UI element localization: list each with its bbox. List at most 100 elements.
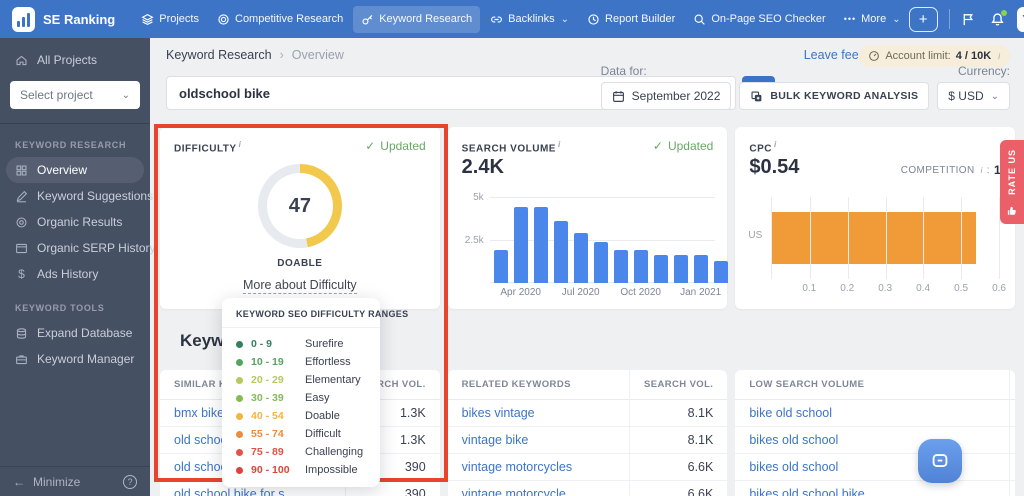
range-values: 55 - 74 — [251, 428, 284, 440]
calendar-icon — [612, 90, 624, 102]
dollar-icon: $ — [18, 267, 25, 281]
column-header: LOW SEARCH VOLUME — [749, 379, 865, 390]
sidebar: All Projects Select project ⌄ KEYWORD RE… — [0, 38, 155, 496]
nav-report-builder[interactable]: Report Builder — [579, 6, 683, 33]
link-icon — [491, 15, 503, 23]
nav-onpage-seo-checker[interactable]: On-Page SEO Checker — [685, 6, 833, 33]
keyword-link[interactable]: bikes old school — [749, 460, 838, 474]
select-project-dropdown[interactable]: Select project ⌄ — [10, 81, 140, 109]
search-input[interactable] — [167, 85, 633, 101]
search-volume-value: 1.3K — [399, 406, 426, 420]
chevron-down-icon: ⌄ — [121, 89, 130, 101]
help-button[interactable]: ? — [123, 474, 137, 489]
nav-more[interactable]: ••• More ⌄ — [836, 6, 909, 33]
difficulty-gauge: 47 — [257, 164, 342, 248]
cpc-title: CPC — [749, 143, 772, 155]
sidebar-item-expand-database[interactable]: Expand Database — [0, 320, 150, 346]
notifications-button[interactable] — [990, 9, 1007, 27]
volume-bar — [673, 255, 688, 283]
sidebar-item-organic-serp-history[interactable]: Organic SERP History — [0, 235, 155, 261]
metric-cards: DIFFICULTY i ✓ Updated 47 DOABLE More abo… — [160, 127, 1016, 309]
add-button[interactable]: + — [908, 6, 938, 32]
sidebar-item-keyword-suggestions[interactable]: Keyword Suggestions — [0, 183, 153, 209]
bulk-keyword-analysis-button[interactable]: BULK KEYWORD ANALYSIS — [739, 82, 930, 110]
nav-keyword-research[interactable]: Keyword Research — [353, 5, 481, 33]
pencil-icon — [16, 190, 28, 202]
info-icon[interactable]: i — [558, 140, 561, 149]
currency-dropdown[interactable]: $ USD ⌄ — [937, 82, 1010, 110]
keyword-link[interactable]: bikes old school — [749, 433, 838, 447]
volume-bar — [513, 207, 528, 283]
info-icon[interactable]: i — [981, 166, 983, 175]
currency-label: Currency: — [957, 64, 1010, 78]
breadcrumb-separator-icon: › — [279, 48, 284, 62]
user-avatar[interactable]: YK — [1016, 6, 1024, 32]
info-icon[interactable]: i — [774, 140, 777, 149]
search-volume-value: 390 — [404, 460, 426, 474]
tooltip-range-row: 20 - 29 Elementary — [236, 371, 366, 389]
keyword-link[interactable]: old school bike for s — [174, 487, 284, 496]
cpc-bar — [772, 212, 977, 264]
keyword-link[interactable]: vintage motorcycles — [462, 460, 572, 474]
minimize-button[interactable]: ← Minimize — [13, 475, 80, 489]
plus-icon: + — [918, 10, 928, 28]
nav-right-cluster: + YK — [908, 6, 1024, 32]
tooltip-range-row: 90 - 100 Impossible — [236, 461, 366, 479]
top-navigation: SE Ranking Projects Competitive Research… — [0, 0, 1024, 38]
sidebar-item-organic-results[interactable]: Organic Results — [0, 209, 150, 235]
info-icon[interactable]: i — [239, 140, 242, 149]
gridline — [847, 197, 849, 279]
keyword-link[interactable]: bike old school — [749, 406, 832, 420]
table-row: bikes vintage 8.1K — [447, 400, 728, 427]
more-about-difficulty-link[interactable]: More about Difficulty — [242, 278, 357, 294]
range-label: Surefire — [305, 338, 344, 350]
main-menu: Projects Competitive Research Keyword Re… — [133, 5, 909, 33]
nav-backlinks[interactable]: Backlinks ⌄ — [482, 6, 577, 33]
y-tick-label: 2.5k — [464, 235, 484, 246]
nav-projects[interactable]: Projects — [133, 6, 207, 33]
volume-bar — [653, 255, 668, 283]
info-icon: i — [998, 51, 1000, 61]
column-divider — [1009, 370, 1011, 496]
keyword-link[interactable]: bikes vintage — [462, 406, 535, 420]
app-window: SE Ranking Projects Competitive Research… — [0, 0, 1024, 496]
keyword-link[interactable]: vintage motorcycle — [462, 487, 566, 496]
sidebar-item-overview[interactable]: Overview — [6, 157, 144, 183]
nav-competitive-research[interactable]: Competitive Research — [209, 6, 351, 33]
search-volume-value: 6.6K — [687, 460, 714, 474]
sidebar-item-ads-history[interactable]: $ Ads History — [0, 261, 150, 287]
brand-name: SE Ranking — [43, 11, 116, 27]
sidebar-all-projects[interactable]: All Projects — [0, 47, 150, 73]
rate-us-label: RATE US — [1007, 149, 1017, 195]
search-volume-value: 8.1K — [687, 433, 714, 447]
x-tick-label: 0.6 — [992, 283, 1006, 294]
search-volume-chart: 5k 2.5k — [460, 192, 728, 283]
x-tick-label: 0.5 — [954, 283, 969, 294]
search-volume-value: 390 — [404, 487, 426, 496]
range-color-dot — [236, 430, 243, 438]
rate-us-tab[interactable]: RATE US — [1000, 140, 1024, 224]
related-keywords-table: RELATED KEYWORDS SEARCH VOL. bikes vinta… — [447, 370, 728, 496]
column-divider — [629, 370, 631, 496]
range-label: Impossible — [305, 464, 358, 476]
chat-widget-button[interactable] — [918, 439, 962, 483]
range-color-dot — [236, 466, 243, 474]
difficulty-ranges-tooltip: KEYWORD SEO DIFFICULTY RANGES 0 - 9 Suref… — [222, 298, 408, 487]
search-volume-value: 1.3K — [399, 433, 426, 447]
range-label: Easy — [305, 392, 330, 404]
table-body: bike old school bikes old school bikes old… — [735, 400, 1016, 496]
breadcrumb-keyword-research[interactable]: Keyword Research — [166, 48, 272, 62]
volume-bar — [593, 241, 608, 283]
date-picker-button[interactable]: September 2022 — [600, 82, 732, 110]
search-volume-value: 6.6K — [687, 487, 714, 496]
table-row: bikes old school — [735, 427, 1016, 454]
volume-bar — [533, 207, 548, 283]
difficulty-title: DIFFICULTY — [174, 143, 237, 155]
table-row: bikes old school bike — [735, 481, 1015, 496]
sidebar-item-keyword-manager[interactable]: Keyword Manager — [0, 346, 150, 372]
keyword-link[interactable]: bikes old school bike — [749, 487, 864, 496]
x-axis-label: Oct 2020 — [620, 287, 661, 298]
flag-button[interactable] — [961, 12, 976, 27]
se-ranking-logo-icon[interactable] — [12, 6, 35, 32]
keyword-link[interactable]: vintage bike — [462, 433, 529, 447]
